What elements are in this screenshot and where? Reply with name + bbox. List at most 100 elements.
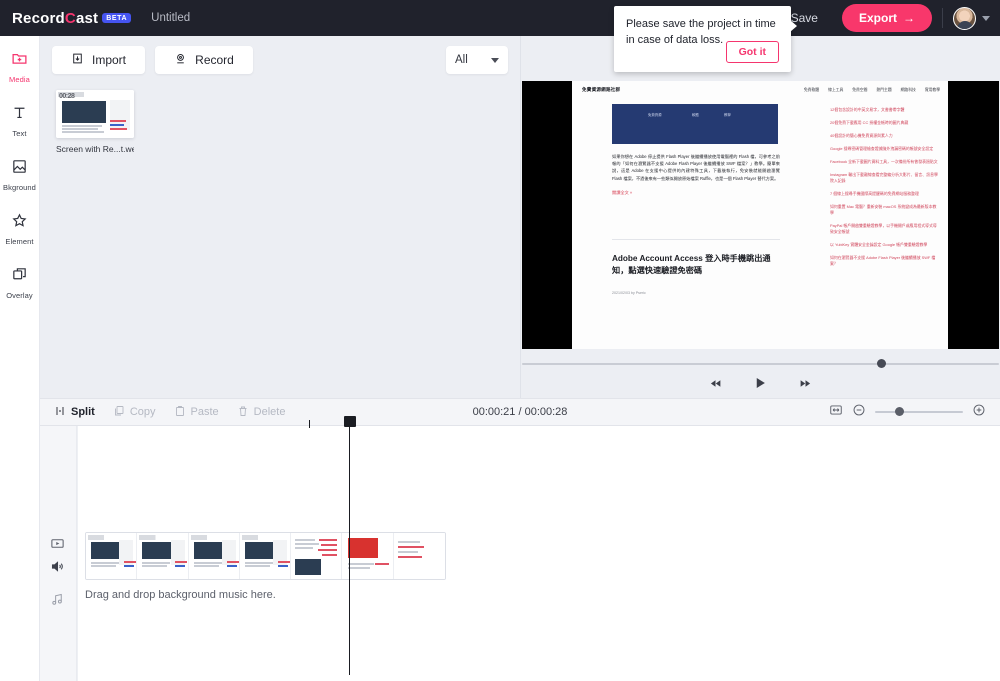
import-button[interactable]: Import: [52, 46, 145, 74]
sidebar-item-bkground[interactable]: Bkground: [0, 158, 40, 192]
record-label: Record: [195, 53, 234, 67]
sidebar-item-element[interactable]: Element: [0, 212, 40, 246]
media-grid: 00:28 Screen with Re...t.webm: [40, 74, 520, 154]
clip-frame: [394, 533, 445, 579]
thumbnail-duration: 00:28: [59, 93, 74, 100]
timeline-zoom-controls: [829, 403, 986, 422]
beta-badge: BETA: [102, 13, 131, 23]
paste-label: Paste: [191, 406, 219, 418]
fast-forward-button[interactable]: [798, 377, 813, 395]
sidebar-post: Facebook 全新下載圖片資料工具，一次備份所有曾發表過貼文: [830, 159, 940, 165]
star-icon: [11, 212, 28, 234]
delete-button: Delete: [237, 405, 286, 420]
divider: [77, 426, 78, 681]
article-body: 如果你想在 Adobe 停止提供 Flash Player 後繼續播放使用電腦裡…: [612, 153, 780, 196]
sidebar-post: PayPal 帳戶開啟雙重驗證教學，以手機開戶或應用程式導式導致安全帳號: [830, 223, 940, 235]
hero-link: 軟體: [692, 112, 699, 117]
split-button[interactable]: Split: [54, 405, 95, 420]
sidebar-post: 12個包含設計的中英文易字，文書書帶字體: [830, 107, 940, 113]
read-more-link: 閱讀全文 »: [612, 190, 780, 196]
sidebar-item-text[interactable]: Text: [0, 104, 40, 138]
seek-handle[interactable]: [877, 359, 886, 368]
playhead[interactable]: [349, 420, 350, 675]
sidebar-item-media[interactable]: Media: [0, 50, 40, 84]
clip-frame: [291, 533, 342, 579]
sidebar-post: 如何在瀏覽器不支援 Adobe Flash Player 後繼續播放 SWF 檔…: [830, 255, 940, 267]
site-nav: 免費軟體 線上工具 免費空間 熱門主題 網路科技 實用教學: [804, 88, 940, 93]
overlay-icon: [11, 266, 28, 288]
top-bar: RecordCast BETA Untitled Save Export →: [0, 0, 1000, 36]
split-label: Split: [71, 406, 95, 418]
copy-button: Copy: [113, 405, 156, 420]
hero-link: 免費資源: [648, 112, 662, 117]
import-download-icon: [71, 52, 84, 68]
site-header: 免費資源網路社群 免費軟體 線上工具 免費空間 熱門主題 網路科技 實用教學: [572, 81, 948, 101]
paste-button: Paste: [174, 405, 219, 420]
sidebar-post: 40個設計的簡心機免費資源與素人力: [830, 133, 940, 139]
media-filter-value: All: [455, 54, 468, 66]
zoom-slider-handle[interactable]: [895, 407, 904, 416]
preview-seek-bar[interactable]: [522, 363, 999, 365]
media-folder-icon: [11, 50, 28, 72]
media-item[interactable]: 00:28 Screen with Re...t.webm: [56, 90, 134, 154]
sidebar-item-label: Overlay: [6, 291, 33, 300]
playhead-handle[interactable]: [344, 416, 356, 427]
media-thumbnail: 00:28: [56, 90, 134, 138]
media-filter-select[interactable]: All: [446, 46, 508, 74]
seek-track: [522, 363, 999, 365]
music-note-icon[interactable]: [50, 592, 65, 612]
got-it-button[interactable]: Got it: [726, 41, 779, 63]
timeline: Drag and drop background music here.: [40, 426, 1000, 681]
zoom-slider-track: [875, 411, 963, 413]
video-track-icon[interactable]: [50, 536, 65, 556]
left-sidebar: Media Text Bkground Element: [0, 36, 40, 681]
clip-frame: [189, 533, 240, 579]
fit-to-width-icon[interactable]: [829, 403, 843, 422]
chevron-down-icon[interactable]: [982, 16, 990, 21]
media-item-name: Screen with Re...t.webm: [56, 144, 134, 154]
sidebar-post: 20個免費下載應用 CC 授權金帳時的圖片典藏: [830, 120, 940, 126]
video-clip[interactable]: [85, 532, 446, 580]
site-hero-banner: 免費資源 軟體 教學: [612, 104, 778, 144]
trash-icon: [237, 405, 249, 420]
media-toolbar: Import Record All: [40, 36, 520, 74]
clip-frame: [137, 533, 188, 579]
app-logo[interactable]: RecordCast BETA: [12, 10, 131, 27]
playhead-line-top: [309, 420, 310, 428]
import-label: Import: [92, 53, 126, 67]
article-byline: 2021/02/03 by Pseric: [612, 291, 646, 295]
sidebar-post: Google 搜尋密碼管理檢查證據險外洩漏密碼的帳號安全設定: [830, 146, 940, 152]
audio-speaker-icon[interactable]: [50, 559, 65, 579]
recordcast-editor: RecordCast BETA Untitled Save Export → P…: [0, 0, 1000, 681]
sidebar-item-label: Element: [5, 237, 33, 246]
nav-item: 免費空間: [852, 88, 867, 93]
nav-item: 熱門主題: [876, 88, 891, 93]
timeline-toolbar: Split Copy Paste Delete 00:00:2: [40, 398, 1000, 426]
play-button[interactable]: [753, 375, 768, 396]
minus-circle-icon[interactable]: [852, 403, 866, 422]
copy-label: Copy: [130, 406, 156, 418]
arrow-right-icon: →: [903, 11, 915, 25]
sidebar-post: 7 個線上搜尋手機國際高提醒碼的免費網站服務整理: [830, 191, 940, 197]
sidebar-post: 如何重置 Mac 電腦？重新安裝 macOS 系統變成為最新版本教學: [830, 204, 940, 216]
record-button[interactable]: Record: [155, 46, 253, 74]
nav-item: 免費軟體: [804, 88, 819, 93]
plus-circle-icon[interactable]: [972, 403, 986, 422]
media-panel: Import Record All: [40, 36, 521, 398]
record-camera-icon: [174, 52, 187, 68]
export-button[interactable]: Export →: [842, 4, 932, 32]
nav-item: 實用教學: [925, 88, 940, 93]
hero-link: 教學: [724, 112, 731, 117]
delete-label: Delete: [254, 406, 286, 418]
chevron-down-icon: [491, 58, 499, 63]
top-bar-actions: Save Export →: [775, 0, 1000, 36]
clip-frame: [342, 533, 393, 579]
divider: [942, 8, 943, 28]
zoom-slider[interactable]: [875, 407, 963, 417]
video-stage[interactable]: 免費資源網路社群 免費軟體 線上工具 免費空間 熱門主題 網路科技 實用教學 免…: [522, 81, 999, 349]
background-icon: [11, 158, 28, 180]
project-title[interactable]: Untitled: [151, 12, 190, 24]
sidebar-item-overlay[interactable]: Overlay: [0, 266, 40, 300]
avatar[interactable]: [953, 7, 976, 30]
rewind-button[interactable]: [708, 377, 723, 395]
